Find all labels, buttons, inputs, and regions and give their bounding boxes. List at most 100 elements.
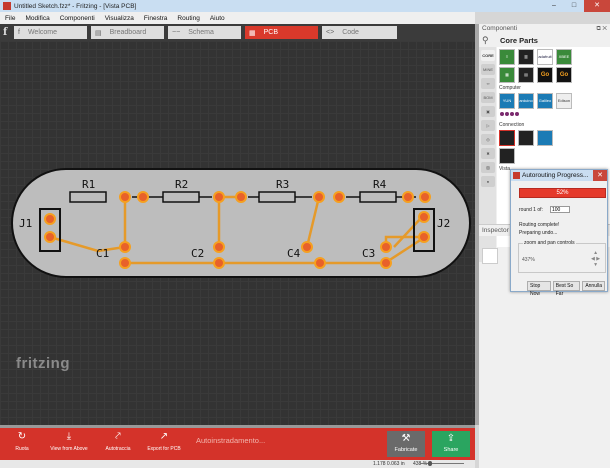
zoom-pan-label: zoom and pan controls [523,240,576,246]
bin-core[interactable]: CORE [481,50,495,61]
export-pcb-button[interactable]: ↗ Export for PCB [144,428,184,460]
pcb-board[interactable] [11,168,471,278]
view-from-above-icon: ⤓ [66,431,72,442]
share-button[interactable]: ⇪ Share [432,431,470,457]
zoom-slider-knob[interactable] [428,461,432,466]
code-icon: <> [326,29,335,36]
tab-label: Code [342,29,359,36]
share-icon: ⇪ [446,433,456,444]
part-tile[interactable]: Go [556,67,572,83]
dialog-titlebar: Autorouting Progress... ✕ [511,170,607,181]
schematic-icon: −− [172,29,181,36]
bottom-toolbar: ↻ Ruota ⤓ View from Above ⤤ Autotraccia ↗ Ex… [0,428,475,460]
part-tile-selected[interactable] [499,130,515,146]
close-button[interactable]: ✕ [584,0,610,12]
label-c4: C4 [287,247,301,260]
part-tile[interactable]: YUN [499,93,515,109]
tab-code[interactable]: <> Code [322,26,397,39]
tab-label: PCB [263,29,279,36]
bin-board-icon[interactable]: ▣ [481,106,495,117]
fritzing-watermark: fritzing [16,355,70,372]
round-spinbox[interactable]: 100 [550,206,570,213]
pcb-icon: ▦ [249,29,256,37]
export-icon: ↗ [159,431,169,442]
pan-arrows-icon[interactable]: ▲ ◀ ▶ ▼ [591,250,600,268]
pcb-canvas[interactable]: R1 R2 R3 R4 C1 C2 C4 C3 J1 J2 [0,41,475,425]
zoom-pan-controls: zoom and pan controls 437% ▲ ◀ ▶ ▼ [518,240,606,273]
autorouting-dialog: Autorouting Progress... ✕ 52% round 1 of… [510,169,608,297]
label-c2: C2 [191,247,205,260]
bin-mine[interactable]: MINE [481,64,495,75]
stop-now-button[interactable]: Stop Now [527,281,551,297]
bin-title: Core Parts [500,36,538,45]
part-tile[interactable]: ▦ [499,67,515,83]
maximize-button[interactable]: □ [564,0,584,12]
fabricate-icon: ⚒ [401,433,411,444]
search-icon[interactable]: ⚲ [482,35,489,46]
label-j1: J1 [19,217,33,230]
label-r3: R3 [276,178,290,191]
fritzing-logo: f [2,26,12,39]
tab-pcb[interactable]: ▦ PCB [245,26,318,39]
part-tile[interactable]: ▥ [518,49,534,65]
autoroute-button[interactable]: ⤤ Autotraccia [100,428,136,460]
export-label: Export for PCB [147,446,181,452]
welcome-icon: f [18,29,20,36]
bin-bom[interactable]: BOM [481,92,495,103]
label-c1: C1 [96,247,110,260]
zoom-slider[interactable] [420,463,464,464]
fritzing-dialog-icon [513,172,520,179]
part-tile[interactable] [518,130,534,146]
zoom-level: 438 % [413,461,428,467]
bin-infinity-icon[interactable]: ∞ [481,78,495,89]
menu-finestra[interactable]: Finestra [139,15,172,22]
bin-dot-icon[interactable]: ● [481,176,495,187]
dialog-title: Autorouting Progress... [522,172,589,179]
menu-visualizza[interactable]: Visualizza [100,15,139,22]
panel-float-close-icon[interactable]: ⧉ ✕ [596,24,607,34]
bin-grid-icon[interactable]: ▨ [481,162,495,173]
menu-componenti[interactable]: Componenti [55,15,100,22]
connector-dots-icon[interactable] [500,112,610,116]
minimize-button[interactable]: – [544,0,564,12]
pcb-drawing[interactable] [0,41,475,425]
part-tile[interactable]: ≡ [499,49,515,65]
components-title: Componenti [482,25,518,32]
bin-target-icon[interactable]: ◎ [481,134,495,145]
part-tile[interactable]: Galileo [537,93,553,109]
cancel-button[interactable]: Annulla [582,281,605,291]
tab-label: Breadboard [109,29,147,36]
tab-breadboard[interactable]: ▤ Breadboard [91,26,164,39]
part-tile[interactable]: Edison [556,93,572,109]
bin-cross-icon[interactable]: ✖ [481,148,495,159]
dialog-close-button[interactable]: ✕ [593,170,607,181]
part-tile[interactable]: adafruit [537,49,553,65]
menu-file[interactable]: File [0,15,20,22]
part-tile[interactable]: Go [537,67,553,83]
label-j2: J2 [437,217,451,230]
autoroute-icon: ⤤ [115,431,121,442]
part-tile[interactable] [537,130,553,146]
tab-welcome[interactable]: f Welcome [14,26,87,39]
part-tile[interactable]: arduino [518,93,534,109]
rotate-label: Ruota [15,446,29,452]
title-bar: Untitled Sketch.fzz* - Fritzing - [Vista… [0,0,610,12]
round-label: round 1 of: [519,207,543,213]
part-tile[interactable]: ▤ [518,67,534,83]
label-c3: C3 [362,247,376,260]
autoroute-label: Autotraccia [105,446,131,452]
menu-routing[interactable]: Routing [172,15,204,22]
fabricate-button[interactable]: ⚒ Fabricate [387,431,425,457]
view-from-above-button[interactable]: ⤓ View from Above [46,428,92,460]
section-connection: Connection [499,122,525,128]
bin-play-icon[interactable]: ▷ [481,120,495,131]
tab-schema[interactable]: −− Schema [168,26,241,39]
part-tile[interactable]: XBEE [556,49,572,65]
menu-aiuto[interactable]: Aiuto [205,15,230,22]
best-so-far-button[interactable]: Best So Far [552,281,581,297]
breadboard-icon: ▤ [95,29,102,37]
rotate-button[interactable]: ↻ Ruota [8,428,36,460]
part-tile[interactable] [499,148,515,164]
menu-modifica[interactable]: Modifica [20,15,54,22]
section-computer: Computer [499,85,521,91]
